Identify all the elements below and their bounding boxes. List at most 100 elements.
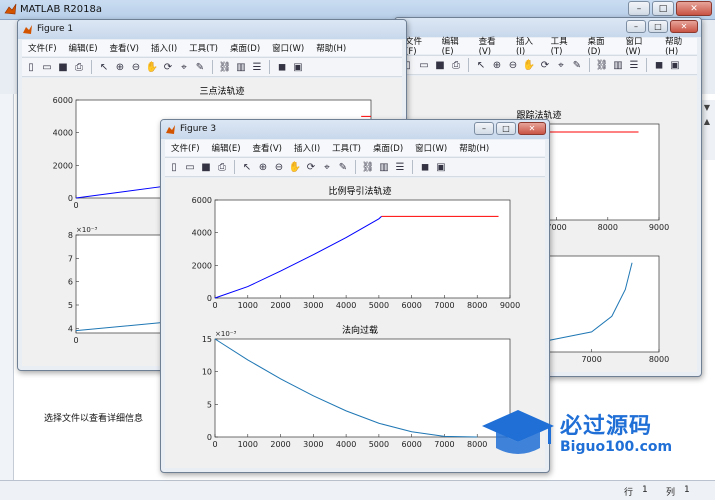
link-icon[interactable]: ⛓	[361, 160, 375, 174]
data-cursor-icon[interactable]: ⌖	[177, 60, 191, 74]
maximize-button[interactable]: □	[496, 122, 516, 135]
figure-1-title: Figure 1	[37, 24, 74, 34]
y-tick-label: 7	[68, 254, 73, 263]
menu-item-0[interactable]: 文件(F)	[165, 142, 206, 154]
menu-item-4[interactable]: 工具(T)	[545, 35, 582, 57]
data-cursor-icon[interactable]: ⌖	[320, 160, 334, 174]
new-file-icon[interactable]: ▯	[24, 60, 38, 74]
toolbar-separator	[269, 60, 270, 74]
menu-item-4[interactable]: 工具(T)	[183, 42, 224, 54]
pointer-icon[interactable]: ↖	[474, 58, 488, 72]
zoom-out-icon[interactable]: ⊖	[506, 58, 520, 72]
maximize-button[interactable]: □	[652, 1, 674, 16]
save-icon[interactable]: ■	[199, 160, 213, 174]
menu-item-6[interactable]: 窗口(W)	[409, 142, 453, 154]
chevron-up-icon[interactable]: ▲	[700, 114, 714, 128]
data-cursor-icon[interactable]: ⌖	[554, 58, 568, 72]
menu-item-2[interactable]: 查看(V)	[104, 42, 145, 54]
x-tick-label: 8000	[598, 223, 618, 232]
open-folder-icon[interactable]: ▭	[183, 160, 197, 174]
menu-item-1[interactable]: 编辑(E)	[206, 142, 247, 154]
minimize-button[interactable]: –	[626, 20, 646, 33]
figure-2-toolbar: ▯ ▭ ■ ⎙ ↖ ⊕ ⊖ ✋ ⟳ ⌖ ✎ ⛓ ▥ ☰ ◼ ▣	[399, 55, 697, 75]
toolbar-separator	[212, 60, 213, 74]
close-button[interactable]: ✕	[676, 1, 712, 16]
show-plot-tools-icon[interactable]: ▣	[291, 60, 305, 74]
fig3-top-title: 比例导引法轨迹	[328, 185, 391, 197]
show-plot-tools-icon[interactable]: ▣	[668, 58, 682, 72]
pointer-icon[interactable]: ↖	[97, 60, 111, 74]
hide-plot-tools-icon[interactable]: ◼	[652, 58, 666, 72]
menu-item-3[interactable]: 插入(I)	[145, 42, 183, 54]
minimize-button[interactable]: –	[628, 1, 650, 16]
menu-item-5[interactable]: 桌面(D)	[224, 42, 266, 54]
open-folder-icon[interactable]: ▭	[40, 60, 54, 74]
open-folder-icon[interactable]: ▭	[417, 58, 431, 72]
legend-icon[interactable]: ☰	[627, 58, 641, 72]
y-tick-label: 2000	[192, 261, 212, 270]
link-icon[interactable]: ⛓	[218, 60, 232, 74]
menu-item-6[interactable]: 窗口(W)	[266, 42, 310, 54]
y-tick-label: 0	[68, 194, 73, 203]
menu-item-2[interactable]: 查看(V)	[247, 142, 288, 154]
figure-1-menubar: 文件(F) 编辑(E) 查看(V) 插入(I) 工具(T) 桌面(D) 窗口(W) 帮助(H)	[22, 40, 402, 56]
menu-item-7[interactable]: 帮助(H)	[453, 142, 495, 154]
zoom-out-icon[interactable]: ⊖	[272, 160, 286, 174]
y-tick-label: 6000	[53, 96, 73, 105]
brush-icon[interactable]: ✎	[336, 160, 350, 174]
close-button[interactable]: ✕	[670, 20, 698, 33]
x-tick-label: 0	[212, 301, 217, 310]
figure-1-titlebar[interactable]: Figure 1	[18, 20, 406, 39]
show-plot-tools-icon[interactable]: ▣	[434, 160, 448, 174]
menu-item-6[interactable]: 窗口(W)	[619, 35, 659, 57]
menu-item-4[interactable]: 工具(T)	[326, 142, 367, 154]
close-button[interactable]: ✕	[518, 122, 546, 135]
colorbar-icon[interactable]: ▥	[234, 60, 248, 74]
rotate-icon[interactable]: ⟳	[538, 58, 552, 72]
save-icon[interactable]: ■	[433, 58, 447, 72]
rotate-icon[interactable]: ⟳	[161, 60, 175, 74]
maximize-button[interactable]: □	[648, 20, 668, 33]
menu-item-7[interactable]: 帮助(H)	[659, 35, 697, 57]
hide-plot-tools-icon[interactable]: ◼	[418, 160, 432, 174]
pan-icon[interactable]: ✋	[522, 58, 536, 72]
print-icon[interactable]: ⎙	[215, 160, 229, 174]
zoom-in-icon[interactable]: ⊕	[113, 60, 127, 74]
figure-3-toolbar: ▯ ▭ ■ ⎙ ↖ ⊕ ⊖ ✋ ⟳ ⌖ ✎ ⛓ ▥ ☰ ◼ ▣	[165, 157, 545, 177]
zoom-in-icon[interactable]: ⊕	[256, 160, 270, 174]
matlab-logo-icon	[166, 125, 175, 134]
rotate-icon[interactable]: ⟳	[304, 160, 318, 174]
figure-3-titlebar[interactable]: Figure 3 – □ ✕	[161, 120, 549, 139]
brush-icon[interactable]: ✎	[570, 58, 584, 72]
menu-item-5[interactable]: 桌面(D)	[367, 142, 409, 154]
chevron-down-icon[interactable]: ▼	[700, 100, 714, 114]
new-file-icon[interactable]: ▯	[167, 160, 181, 174]
colorbar-icon[interactable]: ▥	[377, 160, 391, 174]
zoom-in-icon[interactable]: ⊕	[490, 58, 504, 72]
legend-icon[interactable]: ☰	[250, 60, 264, 74]
menu-item-2[interactable]: 查看(V)	[473, 35, 510, 57]
menu-item-0[interactable]: 文件(F)	[22, 42, 63, 54]
y-tick-label: 0	[207, 433, 212, 442]
brush-icon[interactable]: ✎	[193, 60, 207, 74]
x-tick-label: 5000	[369, 301, 389, 310]
menu-item-3[interactable]: 插入(I)	[288, 142, 326, 154]
link-icon[interactable]: ⛓	[595, 58, 609, 72]
colorbar-icon[interactable]: ▥	[611, 58, 625, 72]
pointer-icon[interactable]: ↖	[240, 160, 254, 174]
pan-icon[interactable]: ✋	[145, 60, 159, 74]
menu-item-5[interactable]: 桌面(D)	[581, 35, 619, 57]
minimize-button[interactable]: –	[474, 122, 494, 135]
menu-item-1[interactable]: 编辑(E)	[63, 42, 104, 54]
zoom-out-icon[interactable]: ⊖	[129, 60, 143, 74]
save-icon[interactable]: ■	[56, 60, 70, 74]
legend-icon[interactable]: ☰	[393, 160, 407, 174]
menu-item-3[interactable]: 插入(I)	[510, 35, 545, 57]
pan-icon[interactable]: ✋	[288, 160, 302, 174]
y-tick-label: 5	[207, 400, 212, 409]
print-icon[interactable]: ⎙	[449, 58, 463, 72]
menu-item-7[interactable]: 帮助(H)	[310, 42, 352, 54]
menu-item-1[interactable]: 编辑(E)	[436, 35, 473, 57]
print-icon[interactable]: ⎙	[72, 60, 86, 74]
hide-plot-tools-icon[interactable]: ◼	[275, 60, 289, 74]
